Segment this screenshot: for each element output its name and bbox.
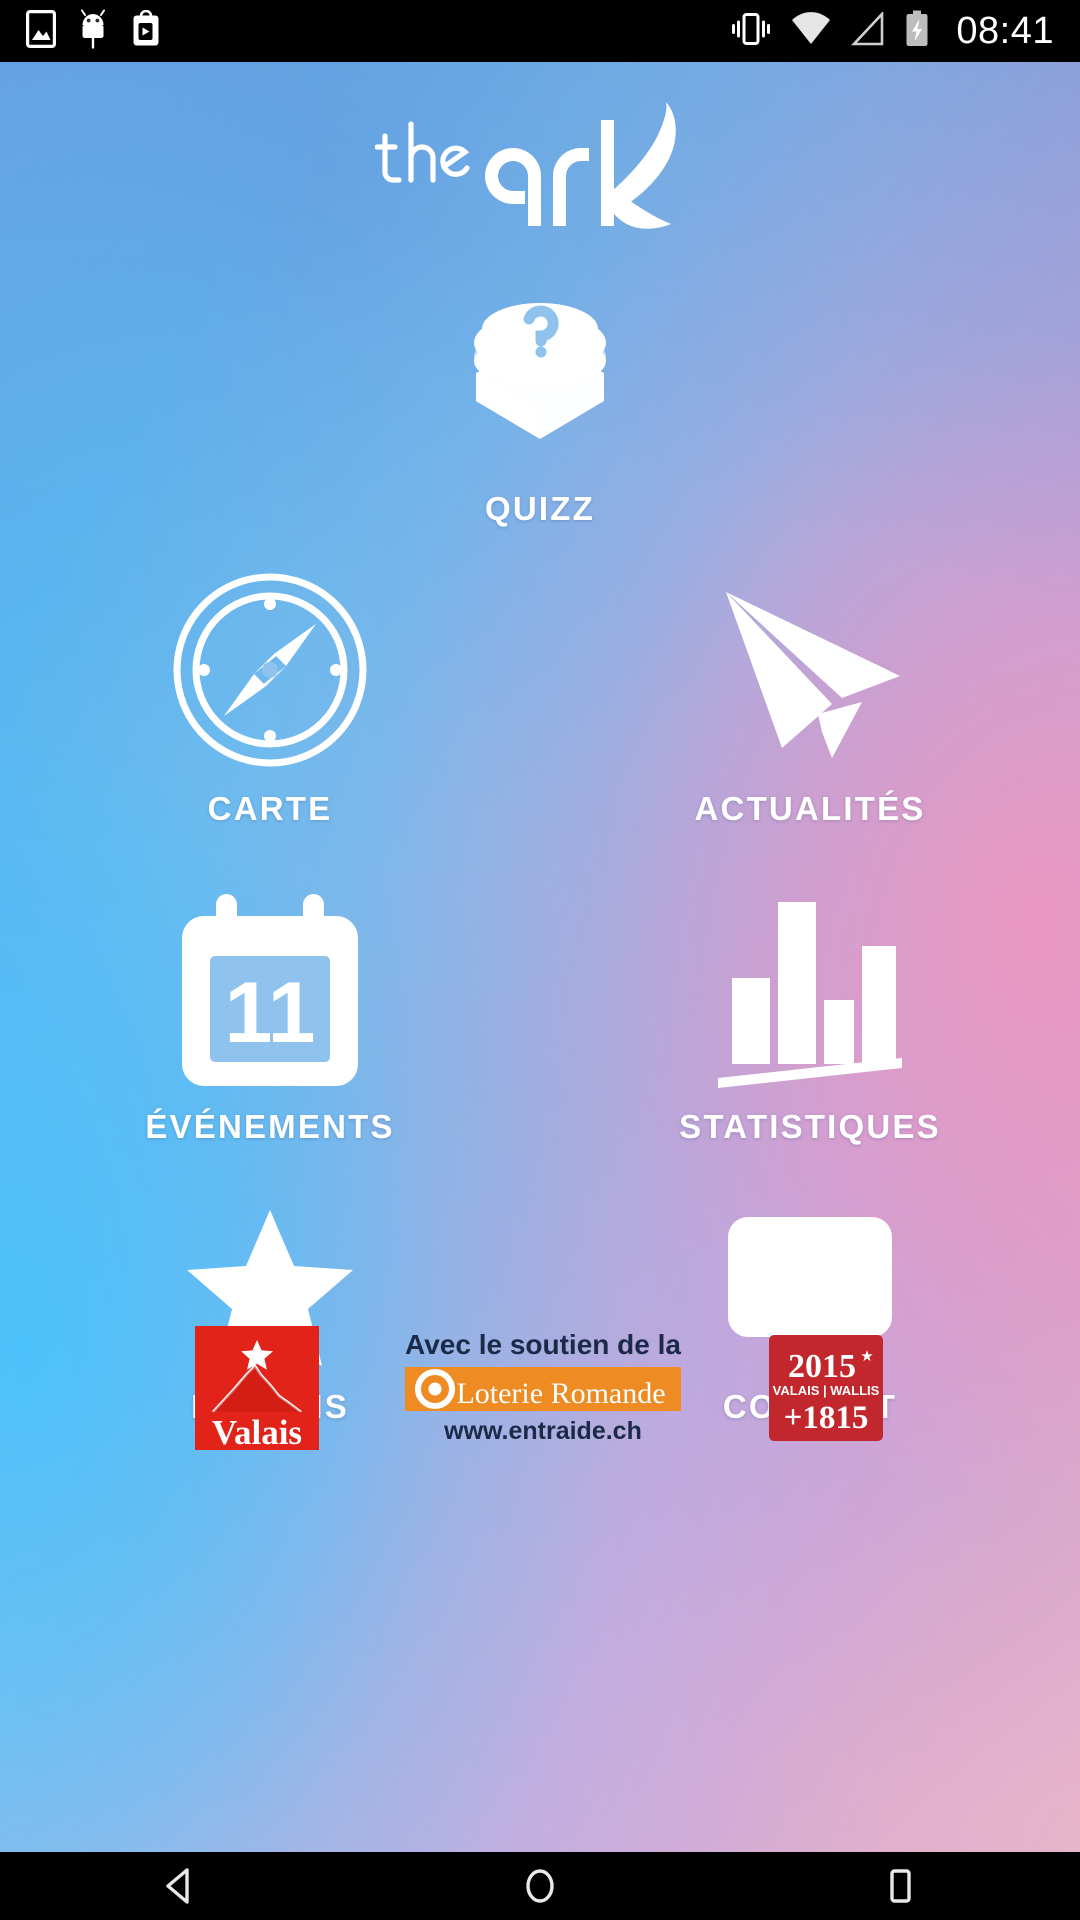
calendar-icon: 11	[182, 894, 358, 1086]
menu-label-evenements: ÉVÉNEMENTS	[145, 1108, 395, 1145]
sponsors-bar: Valais Avec le soutien de la Loterie Rom…	[0, 1320, 1080, 1460]
loterie-romande-logo[interactable]: Avec le soutien de la Loterie Romande ww…	[393, 1329, 693, 1452]
carte-icon-wrap	[170, 564, 370, 776]
anniversary-year: 2015	[788, 1348, 856, 1385]
compass-icon	[173, 573, 367, 767]
calendar-day-number: 11	[225, 965, 316, 1061]
menu-label-carte: CARTE	[207, 790, 333, 827]
menu-label-quizz: QUIZZ	[485, 490, 595, 527]
android-navigation-bar	[0, 1852, 1080, 1920]
android-robot-icon	[78, 9, 108, 54]
paper-plane-icon	[726, 592, 900, 758]
main-menu-grid: QUIZZ CARTE ACTUALITÉS 11 ÉVÉNEMENTS STA…	[0, 262, 1080, 1452]
app-logo	[0, 100, 1080, 240]
menu-tile-actualites[interactable]: ACTUALITÉS	[540, 564, 1080, 884]
anniversary-star: ★	[860, 1348, 873, 1365]
menu-tile-statistiques[interactable]: STATISTIQUES	[540, 884, 1080, 1202]
anniversary-founding: +1815	[784, 1400, 869, 1436]
nav-recents-button[interactable]	[810, 1852, 990, 1920]
status-bar-clock: 08:41	[956, 9, 1054, 52]
menu-label-actualites: ACTUALITÉS	[694, 790, 926, 827]
menu-row-1: QUIZZ	[0, 262, 1080, 564]
menu-tile-quizz[interactable]: QUIZZ	[0, 262, 1080, 564]
play-store-update-icon	[130, 9, 162, 53]
bar-chart-icon	[718, 902, 902, 1088]
loterie-wordmark: Loterie Romande	[456, 1377, 665, 1410]
menu-row-3: 11 ÉVÉNEMENTS STATISTIQUES	[0, 884, 1080, 1202]
menu-row-2: CARTE ACTUALITÉS	[0, 564, 1080, 884]
menu-tile-carte[interactable]: CARTE	[0, 564, 540, 884]
nav-home-button[interactable]	[450, 1852, 630, 1920]
home-circle-icon	[526, 1869, 554, 1903]
vibrate-mode-icon	[730, 10, 772, 53]
evenements-icon-wrap: 11	[174, 884, 366, 1096]
valais-logo[interactable]: Valais	[195, 1325, 319, 1455]
cellular-signal-icon	[850, 10, 886, 51]
nav-back-button[interactable]	[90, 1852, 270, 1920]
valais-wordmark: Valais	[212, 1413, 302, 1450]
actualites-icon-wrap	[710, 564, 910, 776]
recents-square-icon	[890, 1869, 911, 1903]
screenshot-icon	[26, 9, 56, 53]
loterie-website: www.entraide.ch	[443, 1417, 642, 1445]
quizz-icon-wrap	[440, 268, 640, 468]
the-ark-logo-mark	[375, 102, 676, 229]
wifi-icon	[790, 11, 832, 51]
back-triangle-icon	[166, 1868, 189, 1904]
anniversary-subtitle: VALAIS | WALLIS	[773, 1383, 880, 1398]
valais-wallis-2015-logo[interactable]: 2015 ★ VALAIS | WALLIS +1815	[767, 1333, 885, 1448]
statistiques-icon-wrap	[710, 884, 910, 1096]
menu-tile-evenements[interactable]: 11 ÉVÉNEMENTS	[0, 884, 540, 1202]
quizz-button-icon	[474, 303, 606, 439]
status-bar-notification-icons	[0, 9, 162, 54]
battery-charging-icon	[904, 10, 930, 53]
status-bar-system-icons: 08:41	[730, 10, 1080, 53]
menu-label-statistiques: STATISTIQUES	[679, 1108, 941, 1145]
loterie-support-text: Avec le soutien de la	[405, 1329, 681, 1360]
home-screen-content: QUIZZ CARTE ACTUALITÉS 11 ÉVÉNEMENTS STA…	[0, 62, 1080, 1852]
phone-screen: 08:41 QUIZZ CARTE ACTUALITÉS 11 ÉVÉNEMEN…	[0, 0, 1080, 1920]
status-bar: 08:41	[0, 0, 1080, 62]
